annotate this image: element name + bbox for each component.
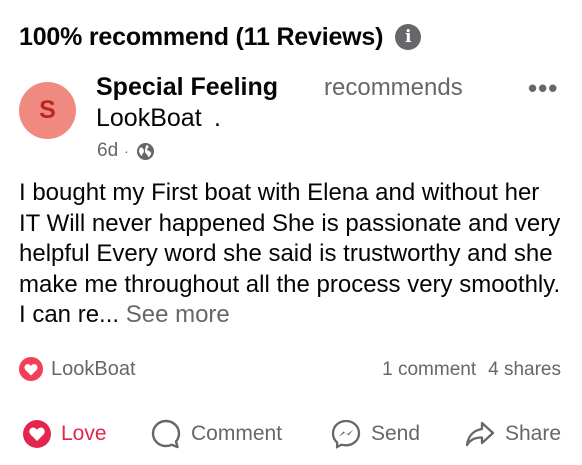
reaction-summary[interactable]: LookBoat: [19, 357, 136, 381]
share-button[interactable]: Share: [464, 414, 561, 454]
love-icon: [23, 420, 51, 448]
recommends-label: recommends: [324, 74, 463, 101]
love-reaction-icon: [19, 357, 43, 381]
love-button[interactable]: Love: [22, 414, 107, 454]
author-name[interactable]: Special Feeling: [96, 72, 278, 102]
comment-label: Comment: [191, 422, 283, 445]
reactor-name: LookBoat: [51, 357, 136, 380]
love-label: Love: [61, 422, 107, 445]
page-dot: .: [214, 104, 221, 132]
messenger-icon: [331, 419, 361, 449]
share-count[interactable]: 4 shares: [488, 359, 561, 380]
comment-count[interactable]: 1 comment: [382, 359, 476, 380]
meta-separator: ·: [124, 143, 129, 159]
reviews-title: 100% recommend (11 Reviews): [19, 22, 384, 51]
globe-icon: [136, 142, 154, 160]
reviewed-page-link[interactable]: LookBoat: [96, 103, 202, 133]
share-label: Share: [505, 422, 562, 445]
comment-icon: [151, 419, 181, 449]
action-bar: Love Comment Send Share: [0, 414, 582, 454]
avatar-letter: S: [39, 96, 56, 124]
post-time[interactable]: 6d: [97, 140, 118, 162]
engagement-counts: 1 comment 4 shares: [382, 359, 561, 381]
post-meta: 6d ·: [97, 140, 155, 162]
review-body: I bought my First boat with Elena and wi…: [19, 179, 561, 329]
send-label: Send: [371, 422, 421, 445]
send-button[interactable]: Send: [330, 414, 420, 454]
more-options-icon[interactable]: •••: [528, 75, 558, 101]
reviews-header: 100% recommend (11 Reviews) i: [19, 20, 422, 54]
share-icon: [465, 421, 495, 447]
review-text: I bought my First boat with Elena and wi…: [19, 178, 564, 331]
info-icon[interactable]: i: [395, 24, 422, 50]
comment-button[interactable]: Comment: [150, 414, 282, 454]
see-more-link[interactable]: See more: [126, 301, 230, 328]
avatar[interactable]: S: [19, 82, 76, 139]
